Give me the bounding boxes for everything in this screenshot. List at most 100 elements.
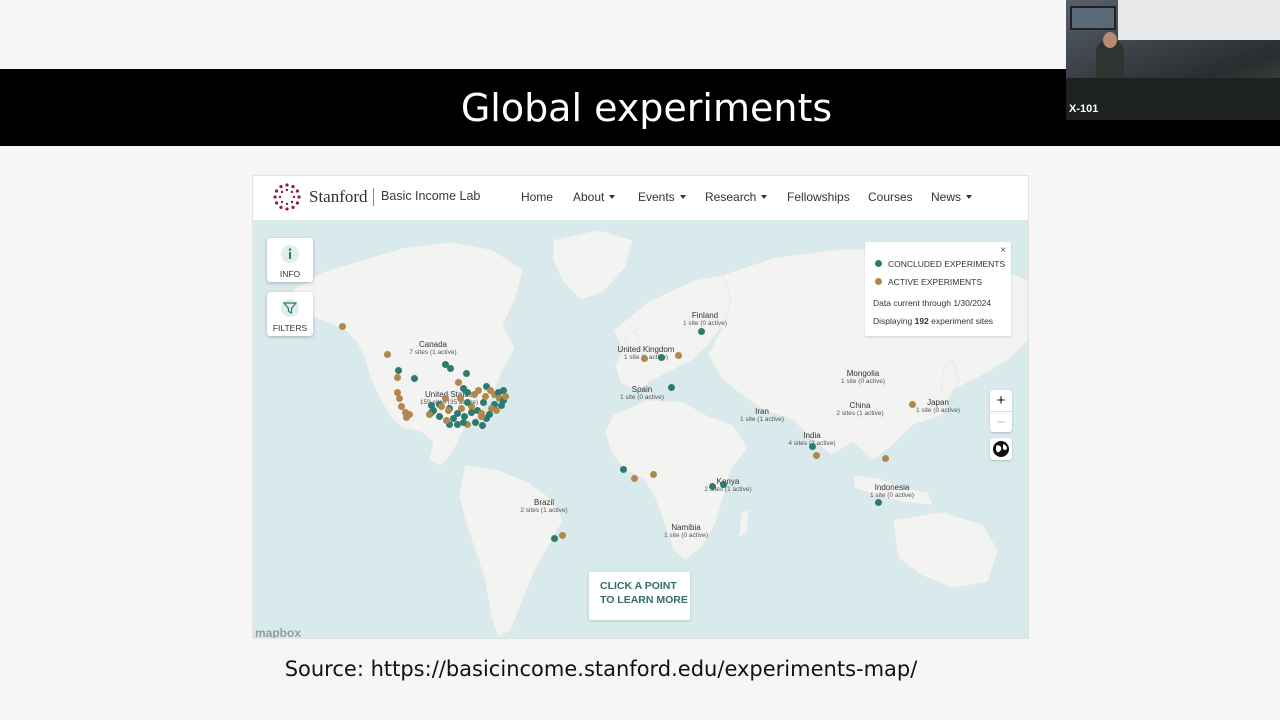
camera-room-label: X-101 [1069, 103, 1099, 115]
concluded-site-marker[interactable] [619, 465, 627, 473]
info-button[interactable]: INFO [267, 238, 313, 282]
active-site-marker[interactable] [674, 351, 682, 359]
nav-fellowships[interactable]: Fellowships [787, 190, 850, 204]
concluded-site-marker[interactable] [874, 498, 882, 506]
brand-name[interactable]: Stanford [309, 187, 368, 207]
concluded-site-marker[interactable] [708, 482, 716, 490]
active-site-marker[interactable] [908, 400, 916, 408]
concluded-site-marker[interactable] [462, 369, 470, 377]
concluded-site-marker[interactable] [479, 398, 487, 406]
zoom-in-button[interactable]: + [990, 390, 1012, 411]
site-navbar: Stanford Basic Income Lab Home About Eve… [253, 176, 1028, 221]
concluded-site-marker[interactable] [463, 388, 471, 396]
slide-source-caption: Source: https://basicincome.stanford.edu… [284, 657, 918, 681]
active-site-marker[interactable] [395, 394, 403, 402]
region-iran: Iran 1 site (1 active) [739, 407, 785, 423]
nav-courses[interactable]: Courses [868, 190, 913, 204]
site-count: 192 [914, 316, 929, 326]
active-site-marker[interactable] [558, 531, 566, 539]
active-site-marker[interactable] [437, 402, 445, 410]
legend-concluded-label: CONCLUDED EXPERIMENTS [888, 259, 1006, 269]
concluded-site-marker[interactable] [808, 442, 816, 450]
concluded-site-marker[interactable] [497, 401, 505, 409]
concluded-site-marker[interactable] [410, 374, 418, 382]
active-site-marker[interactable] [812, 451, 820, 459]
chevron-down-icon [966, 194, 973, 199]
active-site-marker[interactable] [456, 394, 464, 402]
concluded-site-marker[interactable] [394, 366, 402, 374]
active-site-marker[interactable] [441, 394, 449, 402]
concluded-site-marker[interactable] [467, 408, 475, 416]
active-site-marker[interactable] [383, 350, 391, 358]
concluded-site-marker[interactable] [446, 364, 454, 372]
click-point-hint: CLICK A POINT TO LEARN MORE [589, 572, 690, 620]
concluded-site-marker[interactable] [453, 420, 461, 428]
concluded-site-marker[interactable] [657, 353, 665, 361]
concluded-dot-icon [875, 260, 882, 268]
presenter-camera-feed: X-101 [1066, 0, 1280, 120]
nav-home[interactable]: Home [521, 190, 553, 204]
concluded-site-marker[interactable] [463, 398, 471, 406]
zoom-control: + − [990, 390, 1012, 432]
active-site-marker[interactable] [402, 413, 410, 421]
chevron-down-icon [609, 194, 616, 199]
nav-about-label: About [573, 190, 605, 204]
presenter-head [1103, 32, 1117, 48]
concluded-site-marker[interactable] [719, 480, 727, 488]
stanford-logo-icon [273, 183, 301, 211]
close-icon[interactable]: × [1000, 245, 1006, 256]
brand-divider [373, 188, 374, 206]
chevron-down-icon [761, 194, 768, 199]
filters-button[interactable]: FILTERS [267, 292, 313, 336]
camera-wall-frame [1070, 6, 1116, 30]
active-site-marker[interactable] [393, 373, 401, 381]
active-site-marker[interactable] [425, 410, 433, 418]
hint-line-2: TO LEARN MORE [600, 594, 688, 606]
region-finland: Finland 1 site (0 active) [682, 311, 728, 327]
active-site-marker[interactable] [630, 474, 638, 482]
active-site-marker[interactable] [481, 392, 489, 400]
data-current-note: Data current through 1/30/2024 [873, 298, 992, 308]
active-site-marker[interactable] [477, 409, 485, 417]
info-icon [281, 245, 299, 263]
active-site-marker[interactable] [640, 354, 648, 362]
concluded-site-marker[interactable] [667, 383, 675, 391]
zoom-out-button[interactable]: − [990, 411, 1012, 433]
concluded-site-marker[interactable] [471, 418, 479, 426]
active-site-marker[interactable] [501, 392, 509, 400]
nav-news[interactable]: News [931, 190, 973, 204]
nav-home-label: Home [521, 190, 554, 204]
active-site-marker[interactable] [338, 322, 346, 330]
region-namibia: Namibia 1 site (0 active) [663, 523, 709, 539]
mapbox-attribution-logo[interactable]: mapbox [255, 626, 301, 638]
concluded-site-marker[interactable] [550, 534, 558, 542]
active-site-marker[interactable] [474, 386, 482, 394]
active-site-marker[interactable] [454, 378, 462, 386]
concluded-site-marker[interactable] [459, 418, 467, 426]
concluded-site-marker[interactable] [435, 412, 443, 420]
filters-label: FILTERS [272, 323, 308, 333]
website-screenshot: Stanford Basic Income Lab Home About Eve… [253, 176, 1028, 638]
active-site-marker[interactable] [881, 454, 889, 462]
map-legend: × CONCLUDED EXPERIMENTS ACTIVE EXPERIMEN… [865, 242, 1011, 336]
globe-button[interactable] [990, 438, 1012, 460]
experiments-map[interactable]: Canada 7 sites (1 active) United States 15… [253, 220, 1028, 638]
brand-subtitle[interactable]: Basic Income Lab [381, 189, 480, 203]
nav-events[interactable]: Events [638, 190, 686, 204]
camera-projection-screen [1118, 0, 1280, 40]
active-site-marker[interactable] [444, 406, 452, 414]
hint-line-1: CLICK A POINT [600, 580, 677, 592]
concluded-site-marker[interactable] [697, 327, 705, 335]
concluded-site-marker[interactable] [478, 421, 486, 429]
region-mongolia: Mongolia 1 site (0 active) [840, 369, 886, 385]
region-canada: Canada 7 sites (1 active) [409, 340, 457, 356]
region-brazil: Brazil 2 sites (1 active) [520, 498, 568, 514]
concluded-site-marker[interactable] [427, 401, 435, 409]
chevron-down-icon [679, 194, 686, 199]
region-japan: Japan 1 site (0 active) [915, 398, 961, 414]
nav-about[interactable]: About [573, 190, 616, 204]
active-site-marker[interactable] [649, 470, 657, 478]
nav-research[interactable]: Research [705, 190, 768, 204]
legend-active: ACTIVE EXPERIMENTS [875, 277, 982, 287]
active-site-marker[interactable] [442, 416, 450, 424]
